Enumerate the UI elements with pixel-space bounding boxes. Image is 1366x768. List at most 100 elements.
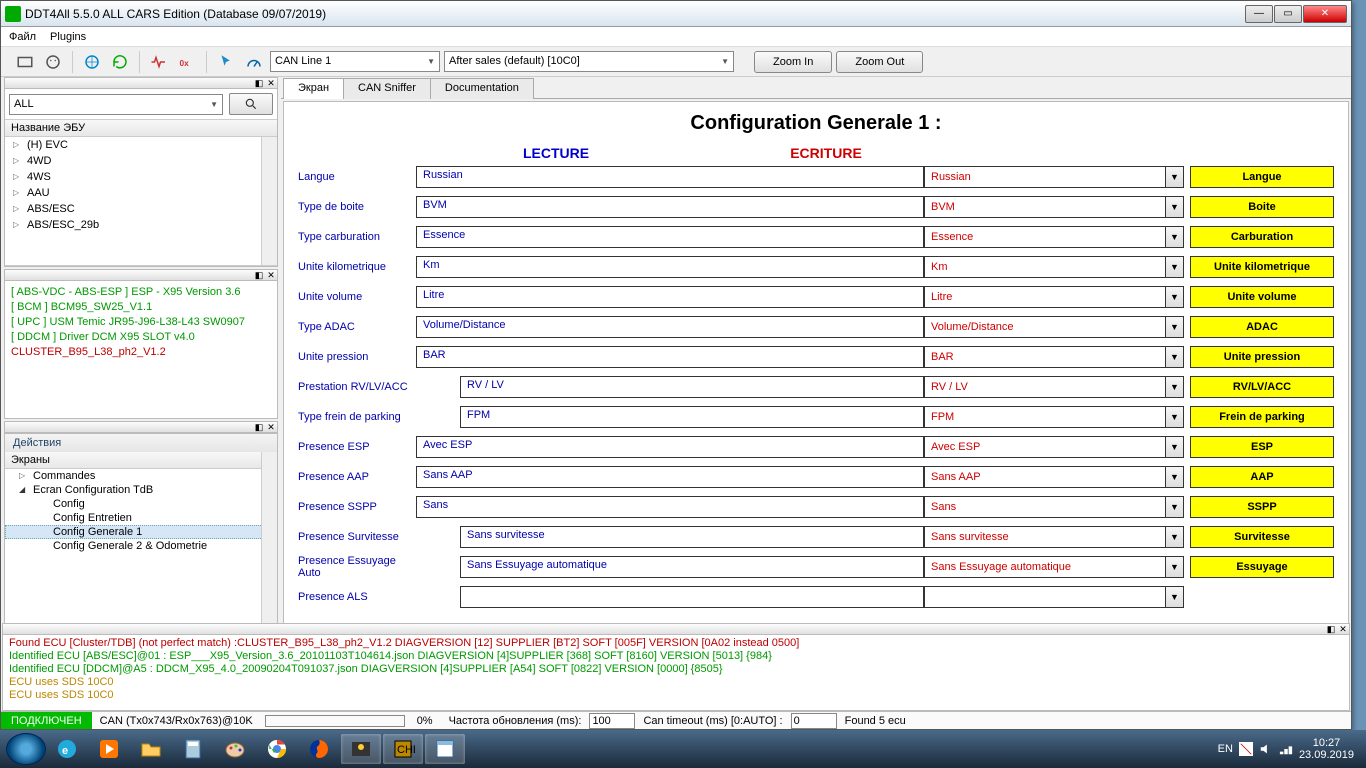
- taskbar-chrome-icon[interactable]: [257, 734, 297, 764]
- tray-flag-icon[interactable]: [1239, 742, 1253, 756]
- param-write-select[interactable]: Avec ESP▼: [924, 436, 1184, 458]
- ecu-tree-item[interactable]: 4WS: [5, 169, 277, 185]
- param-write-button[interactable]: SSPP: [1190, 496, 1334, 518]
- tab-documentation[interactable]: Documentation: [430, 78, 534, 99]
- maximize-button[interactable]: ▭: [1274, 5, 1302, 23]
- ecu-tree[interactable]: (H) EVC4WD4WSAAUABS/ESCABS/ESC_29b: [5, 137, 277, 266]
- param-write-button[interactable]: Essuyage: [1190, 556, 1334, 578]
- taskbar-app1-icon[interactable]: [341, 734, 381, 764]
- undock-icon[interactable]: ◧: [253, 422, 265, 432]
- loaded-ecu-item[interactable]: CLUSTER_B95_L38_ph2_V1.2: [11, 345, 271, 360]
- search-button[interactable]: [229, 93, 273, 115]
- refresh-icon[interactable]: [108, 50, 132, 74]
- undock-icon[interactable]: ◧: [253, 270, 265, 280]
- face-icon[interactable]: [41, 50, 65, 74]
- param-write-button[interactable]: AAP: [1190, 466, 1334, 488]
- param-write-button[interactable]: Unite pression: [1190, 346, 1334, 368]
- param-write-select[interactable]: Essence▼: [924, 226, 1184, 248]
- screen-item[interactable]: Config Generale 1: [5, 525, 277, 539]
- tray-clock[interactable]: 10:27 23.09.2019: [1299, 737, 1360, 761]
- timeout-input[interactable]: [791, 713, 837, 729]
- zoom-in-button[interactable]: Zoom In: [754, 51, 832, 73]
- pane-close-icon[interactable]: ✕: [265, 270, 277, 280]
- tray-network-icon[interactable]: [1279, 742, 1293, 756]
- loaded-ecu-item[interactable]: [ ABS-VDC - ABS-ESP ] ESP - X95 Version …: [11, 285, 271, 300]
- titlebar: DDT4All 5.5.0 ALL CARS Edition (Database…: [1, 1, 1351, 27]
- tab-can-sniffer[interactable]: CAN Sniffer: [343, 78, 431, 99]
- taskbar-media-icon[interactable]: [89, 734, 129, 764]
- gauge-icon[interactable]: [242, 50, 266, 74]
- pane-close-icon[interactable]: ✕: [1337, 624, 1349, 634]
- menu-plugins[interactable]: Plugins: [50, 31, 86, 43]
- param-write-button[interactable]: Carburation: [1190, 226, 1334, 248]
- param-write-select[interactable]: FPM▼: [924, 406, 1184, 428]
- tree-ecran-config[interactable]: Ecran Configuration TdB: [5, 483, 277, 497]
- tray-volume-icon[interactable]: [1259, 742, 1273, 756]
- taskbar-ie-icon[interactable]: e: [47, 734, 87, 764]
- loaded-ecu-item[interactable]: [ UPC ] USM Temic JR95-J96-L38-L43 SW090…: [11, 315, 271, 330]
- loaded-ecu-item[interactable]: [ BCM ] BCM95_SW25_V1.1: [11, 300, 271, 315]
- param-write-select[interactable]: Sans▼: [924, 496, 1184, 518]
- taskbar-calc-icon[interactable]: [173, 734, 213, 764]
- screen-item[interactable]: Config Entretien: [5, 511, 277, 525]
- globe-icon[interactable]: [80, 50, 104, 74]
- param-write-select[interactable]: ▼: [924, 586, 1184, 608]
- ecu-tree-item[interactable]: ABS/ESC: [5, 201, 277, 217]
- screen-item[interactable]: Config Generale 2 & Odometrie: [5, 539, 277, 553]
- param-write-select[interactable]: Sans AAP▼: [924, 466, 1184, 488]
- port-icon[interactable]: [13, 50, 37, 74]
- start-button[interactable]: [6, 733, 46, 765]
- param-write-select[interactable]: Litre▼: [924, 286, 1184, 308]
- minimize-button[interactable]: —: [1245, 5, 1273, 23]
- tab-screen[interactable]: Экран: [283, 78, 344, 99]
- param-write-button[interactable]: ESP: [1190, 436, 1334, 458]
- param-write-select[interactable]: Volume/Distance▼: [924, 316, 1184, 338]
- taskbar-paint-icon[interactable]: [215, 734, 255, 764]
- param-write-button[interactable]: ADAC: [1190, 316, 1334, 338]
- undock-icon[interactable]: ◧: [253, 78, 265, 88]
- param-write-button[interactable]: Unite kilometrique: [1190, 256, 1334, 278]
- param-write-select[interactable]: Km▼: [924, 256, 1184, 278]
- ecu-tree-item[interactable]: (H) EVC: [5, 137, 277, 153]
- screen-item[interactable]: Config: [5, 497, 277, 511]
- param-write-select[interactable]: BVM▼: [924, 196, 1184, 218]
- param-write-button[interactable]: Langue: [1190, 166, 1334, 188]
- scrollbar[interactable]: [261, 137, 277, 265]
- ecu-tree-item[interactable]: AAU: [5, 185, 277, 201]
- taskbar-firefox-icon[interactable]: [299, 734, 339, 764]
- param-write-select[interactable]: RV / LV▼: [924, 376, 1184, 398]
- param-write-button[interactable]: Frein de parking: [1190, 406, 1334, 428]
- param-write-select[interactable]: Sans survitesse▼: [924, 526, 1184, 548]
- param-read-value: Sans survitesse: [460, 526, 924, 548]
- taskbar-explorer-icon[interactable]: [131, 734, 171, 764]
- undock-icon[interactable]: ◧: [1325, 624, 1337, 634]
- taskbar-app3-icon[interactable]: [425, 734, 465, 764]
- hex-icon[interactable]: 0x: [175, 50, 199, 74]
- param-write-button[interactable]: Survitesse: [1190, 526, 1334, 548]
- refresh-input[interactable]: [589, 713, 635, 729]
- menu-file[interactable]: Файл: [9, 31, 36, 43]
- param-write-button[interactable]: Boite: [1190, 196, 1334, 218]
- param-write-select[interactable]: BAR▼: [924, 346, 1184, 368]
- param-read-value: Litre: [416, 286, 924, 308]
- session-select[interactable]: After sales (default) [10C0]: [444, 51, 734, 72]
- tree-commandes[interactable]: Commandes: [5, 469, 277, 483]
- lang-indicator[interactable]: EN: [1218, 743, 1233, 755]
- param-write-button[interactable]: Unite volume: [1190, 286, 1334, 308]
- ecu-tree-item[interactable]: 4WD: [5, 153, 277, 169]
- close-button[interactable]: ✕: [1303, 5, 1347, 23]
- pane-close-icon[interactable]: ✕: [265, 78, 277, 88]
- loaded-ecu-item[interactable]: [ DDCM ] Driver DCM X95 SLOT v4.0: [11, 330, 271, 345]
- param-write-select[interactable]: Sans Essuyage automatique▼: [924, 556, 1184, 578]
- heartbeat-icon[interactable]: [147, 50, 171, 74]
- pane-close-icon[interactable]: ✕: [265, 422, 277, 432]
- param-write-select[interactable]: Russian▼: [924, 166, 1184, 188]
- cursor-icon[interactable]: [214, 50, 238, 74]
- taskbar-app2-icon[interactable]: CHECK: [383, 734, 423, 764]
- can-line-select[interactable]: CAN Line 1: [270, 51, 440, 72]
- param-write-button[interactable]: RV/LV/ACC: [1190, 376, 1334, 398]
- ecu-filter-select[interactable]: ALL: [9, 94, 223, 115]
- ecu-name-header: Название ЭБУ: [5, 119, 277, 137]
- zoom-out-button[interactable]: Zoom Out: [836, 51, 923, 73]
- ecu-tree-item[interactable]: ABS/ESC_29b: [5, 217, 277, 233]
